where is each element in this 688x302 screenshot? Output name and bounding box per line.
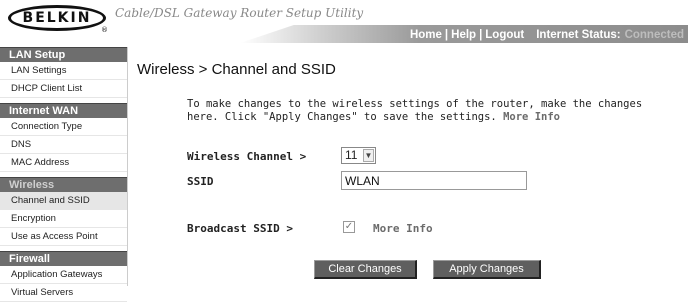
sidebar-item-encryption[interactable]: Encryption — [0, 210, 127, 228]
wireless-channel-label: Wireless Channel > — [187, 150, 307, 163]
top-nav-links: Home | Help | Logout Internet Status: Co… — [410, 28, 688, 42]
sidebar-section-lan-setup: LAN Setup — [0, 47, 127, 62]
wireless-channel-select[interactable]: 11 ▼ — [341, 147, 376, 164]
sidebar: LAN Setup LAN Settings DHCP Client List … — [0, 47, 128, 302]
home-link[interactable]: Home — [410, 29, 442, 41]
broadcast-ssid-checkbox[interactable]: ✓ — [343, 221, 355, 233]
internet-status-label: Internet Status: — [536, 29, 621, 41]
nav-separator: | — [479, 29, 483, 41]
help-link[interactable]: Help — [451, 29, 476, 41]
belkin-logo: BELKIN — [8, 5, 106, 31]
app-subtitle: Cable/DSL Gateway Router Setup Utility — [115, 6, 364, 20]
sidebar-item-dhcp-client-list[interactable]: DHCP Client List — [0, 80, 127, 98]
sidebar-section-internet-wan: Internet WAN — [0, 103, 127, 118]
description: To make changes to the wireless settings… — [187, 98, 667, 124]
description-text: To make changes to the wireless settings… — [187, 98, 643, 123]
page-title: Wireless > Channel and SSID — [137, 61, 336, 78]
more-info-link[interactable]: More Info — [503, 111, 560, 123]
sidebar-item-application-gateways[interactable]: Application Gateways — [0, 266, 127, 284]
sidebar-item-connection-type[interactable]: Connection Type — [0, 118, 127, 136]
header: BELKIN ® Cable/DSL Gateway Router Setup … — [0, 0, 688, 47]
sidebar-item-use-as-access-point[interactable]: Use as Access Point — [0, 228, 127, 246]
sidebar-section-firewall: Firewall — [0, 251, 127, 266]
sidebar-item-mac-address[interactable]: MAC Address — [0, 154, 127, 172]
broadcast-more-info-link[interactable]: More Info — [373, 222, 433, 235]
internet-status-value: Connected — [624, 29, 684, 41]
broadcast-ssid-label: Broadcast SSID > — [187, 222, 293, 235]
sidebar-item-channel-and-ssid[interactable]: Channel and SSID — [0, 192, 127, 210]
sidebar-item-dns[interactable]: DNS — [0, 136, 127, 154]
check-icon: ✓ — [344, 221, 354, 232]
logout-link[interactable]: Logout — [485, 29, 524, 41]
chevron-down-icon[interactable]: ▼ — [363, 149, 374, 162]
ssid-label: SSID — [187, 175, 214, 188]
sidebar-item-virtual-servers[interactable]: Virtual Servers — [0, 284, 127, 302]
apply-changes-button[interactable]: Apply Changes — [433, 260, 541, 279]
registered-mark: ® — [101, 26, 108, 34]
wireless-channel-value: 11 — [345, 148, 358, 162]
logo-text: BELKIN — [22, 10, 92, 26]
ssid-input[interactable] — [341, 171, 527, 190]
sidebar-section-wireless: Wireless — [0, 177, 127, 192]
sidebar-item-lan-settings[interactable]: LAN Settings — [0, 62, 127, 80]
nav-separator: | — [444, 29, 449, 41]
clear-changes-button[interactable]: Clear Changes — [314, 260, 417, 279]
